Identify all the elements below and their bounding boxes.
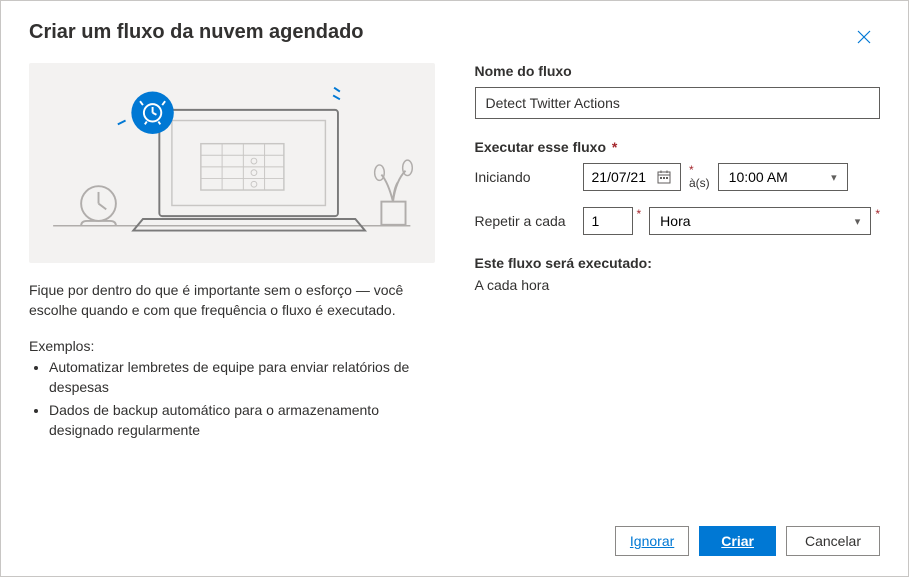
description-text: Fique por dentro do que é importante sem… bbox=[29, 281, 435, 320]
flow-name-input[interactable] bbox=[475, 87, 881, 119]
repeat-interval-input[interactable] bbox=[583, 207, 633, 235]
examples-list: Automatizar lembretes de equipe para env… bbox=[29, 358, 435, 440]
examples-heading: Exemplos: bbox=[29, 338, 435, 354]
close-icon bbox=[857, 30, 871, 44]
chevron-down-icon: ▾ bbox=[831, 171, 837, 184]
required-marker: * bbox=[608, 139, 617, 155]
list-item: Automatizar lembretes de equipe para env… bbox=[49, 358, 435, 397]
at-label: *à(s) bbox=[689, 164, 710, 190]
left-column: Fique por dentro do que é importante sem… bbox=[29, 63, 435, 500]
repeat-unit-value: Hora bbox=[660, 213, 690, 229]
right-column: Nome do fluxo Executar esse fluxo * Inic… bbox=[475, 63, 881, 500]
dialog-footer: Ignorar Criar Cancelar bbox=[1, 510, 908, 576]
repeat-unit-select[interactable]: Hora ▾ bbox=[649, 207, 871, 235]
list-item: Dados de backup automático para o armaze… bbox=[49, 401, 435, 440]
flow-name-label: Nome do fluxo bbox=[475, 63, 881, 79]
skip-button[interactable]: Ignorar bbox=[615, 526, 689, 556]
close-button[interactable] bbox=[848, 21, 880, 53]
starting-row: Iniciando 21/07/21 *à(s) 10:00 AM ▾ bbox=[475, 163, 881, 191]
starting-label: Iniciando bbox=[475, 169, 575, 185]
calendar-icon bbox=[656, 169, 672, 185]
chevron-down-icon: ▾ bbox=[855, 215, 861, 228]
cancel-button[interactable]: Cancelar bbox=[786, 526, 880, 556]
illustration bbox=[29, 63, 435, 263]
required-marker: * bbox=[875, 207, 880, 221]
create-button[interactable]: Criar bbox=[699, 526, 776, 556]
required-marker: * bbox=[637, 207, 642, 221]
repeat-row: Repetir a cada * Hora ▾ * bbox=[475, 207, 881, 235]
create-scheduled-flow-dialog: Criar um fluxo da nuvem agendado bbox=[0, 0, 909, 577]
start-date-value: 21/07/21 bbox=[592, 169, 647, 185]
repeat-label: Repetir a cada bbox=[475, 213, 575, 229]
dialog-header: Criar um fluxo da nuvem agendado bbox=[1, 1, 908, 63]
summary-heading: Este fluxo será executado: bbox=[475, 255, 881, 271]
dialog-title: Criar um fluxo da nuvem agendado bbox=[29, 21, 364, 44]
start-time-select[interactable]: 10:00 AM ▾ bbox=[718, 163, 848, 191]
run-flow-label: Executar esse fluxo * bbox=[475, 139, 881, 155]
dialog-body: Fique por dentro do que é importante sem… bbox=[1, 63, 908, 510]
summary-text: A cada hora bbox=[475, 277, 881, 293]
start-time-value: 10:00 AM bbox=[729, 169, 788, 185]
start-date-picker[interactable]: 21/07/21 bbox=[583, 163, 682, 191]
